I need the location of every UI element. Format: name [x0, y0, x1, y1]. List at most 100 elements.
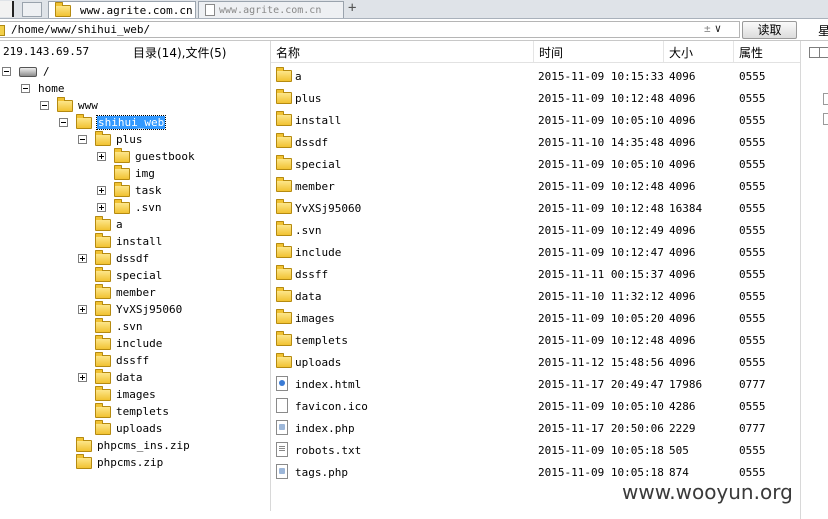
- expand-icon[interactable]: [78, 305, 87, 314]
- collapse-icon[interactable]: [21, 84, 30, 93]
- tree-node[interactable]: plus: [78, 130, 143, 148]
- column-header: 名称 时间 大小 属性: [271, 41, 800, 63]
- tree-node-label: a: [116, 218, 123, 231]
- collapse-icon[interactable]: [2, 67, 11, 76]
- file-row[interactable]: index.html 2015-11-17 20:49:47 17986 0777: [271, 373, 800, 395]
- tree-node[interactable]: www: [40, 96, 98, 114]
- file-attr: 0777: [739, 422, 766, 435]
- file-row[interactable]: images 2015-11-09 10:05:20 4096 0555: [271, 307, 800, 329]
- expand-icon[interactable]: [78, 373, 87, 382]
- folder-icon: [276, 221, 292, 236]
- plus-minus-icon[interactable]: ±: [704, 22, 711, 35]
- expand-icon[interactable]: [97, 203, 106, 212]
- file-size: 4096: [669, 92, 696, 105]
- blank-tab[interactable]: [22, 2, 42, 17]
- read-button[interactable]: 读取: [742, 21, 797, 39]
- expand-icon[interactable]: [97, 152, 106, 161]
- chevron-down-icon[interactable]: ∨: [715, 22, 722, 35]
- file-row[interactable]: .svn 2015-11-09 10:12:49 4096 0555: [271, 219, 800, 241]
- tree-node[interactable]: data: [78, 368, 143, 386]
- collapse-icon[interactable]: [59, 118, 68, 127]
- path-input[interactable]: /home/www/shihui_web/: [0, 21, 740, 38]
- tree-node[interactable]: include: [78, 334, 162, 352]
- tab-agrite-active[interactable]: www.agrite.com.cn: [48, 1, 196, 18]
- tree-node[interactable]: phpcms.zip: [59, 453, 163, 471]
- file-row[interactable]: index.php 2015-11-17 20:50:06 2229 0777: [271, 417, 800, 439]
- file-attr: 0555: [739, 180, 766, 193]
- tree-node[interactable]: dssdf: [78, 249, 149, 267]
- column-separator[interactable]: [663, 41, 664, 62]
- tree-node[interactable]: guestbook: [97, 147, 195, 165]
- panel-icon[interactable]: [819, 47, 828, 58]
- collapse-icon[interactable]: [40, 101, 49, 110]
- file-time: 2015-11-09 10:05:10: [538, 114, 664, 127]
- tree-node-label: .svn: [135, 201, 162, 214]
- file-row[interactable]: data 2015-11-10 11:32:12 4096 0555: [271, 285, 800, 307]
- file-row[interactable]: install 2015-11-09 10:05:10 4096 0555: [271, 109, 800, 131]
- path-controls[interactable]: ± ∨: [704, 22, 721, 35]
- file-icon-wrap: [276, 464, 288, 482]
- tree-node[interactable]: task: [97, 181, 162, 199]
- file-row[interactable]: robots.txt 2015-11-09 10:05:18 505 0555: [271, 439, 800, 461]
- folder-icon: [276, 287, 292, 302]
- tree-node[interactable]: images: [78, 385, 156, 403]
- panel-mark: [823, 113, 828, 125]
- tree-node-label: guestbook: [135, 150, 195, 163]
- file-attr: 0555: [739, 356, 766, 369]
- tree-node[interactable]: phpcms_ins.zip: [59, 436, 190, 454]
- folder-icon: [76, 453, 92, 469]
- file-name: index.php: [295, 422, 355, 435]
- tree-node[interactable]: img: [97, 164, 155, 182]
- tree-node[interactable]: home: [21, 80, 65, 97]
- tab-agrite-inactive[interactable]: www.agrite.com.cn: [198, 1, 344, 18]
- tree-node[interactable]: .svn: [97, 198, 162, 216]
- folder-icon: [57, 96, 73, 112]
- file-row[interactable]: dssdf 2015-11-10 14:35:48 4096 0555: [271, 131, 800, 153]
- tree-node[interactable]: shihui_web: [59, 113, 167, 131]
- file-time: 2015-11-09 10:15:33: [538, 70, 664, 83]
- file-name: a: [295, 70, 302, 83]
- folder-icon: [276, 331, 292, 346]
- file-row[interactable]: favicon.ico 2015-11-09 10:05:10 4286 0555: [271, 395, 800, 417]
- file-icon-wrap: [276, 353, 297, 371]
- column-name[interactable]: 名称: [276, 44, 300, 61]
- tree-node[interactable]: dssff: [78, 351, 149, 369]
- file-row[interactable]: include 2015-11-09 10:12:47 4096 0555: [271, 241, 800, 263]
- tree-node[interactable]: install: [78, 232, 162, 250]
- tree-node[interactable]: special: [78, 266, 162, 284]
- file-name: templets: [295, 334, 348, 347]
- file-row[interactable]: member 2015-11-09 10:12:48 4096 0555: [271, 175, 800, 197]
- file-row[interactable]: plus 2015-11-09 10:12:48 4096 0555: [271, 87, 800, 109]
- tree-node[interactable]: uploads: [78, 419, 162, 437]
- folder-icon: [276, 177, 292, 192]
- column-attr[interactable]: 属性: [739, 44, 763, 61]
- file-size: 4096: [669, 158, 696, 171]
- file-row[interactable]: special 2015-11-09 10:05:10 4096 0555: [271, 153, 800, 175]
- file-row[interactable]: templets 2015-11-09 10:12:48 4096 0555: [271, 329, 800, 351]
- tree-node[interactable]: a: [78, 215, 123, 233]
- column-time[interactable]: 时间: [539, 44, 563, 61]
- column-separator[interactable]: [733, 41, 734, 62]
- file-size: 4096: [669, 290, 696, 303]
- file-row[interactable]: dssff 2015-11-11 00:15:37 4096 0555: [271, 263, 800, 285]
- file-name: dssdf: [295, 136, 329, 149]
- tree-node[interactable]: /: [2, 63, 50, 80]
- column-separator[interactable]: [533, 41, 534, 62]
- tree-node[interactable]: .svn: [78, 317, 143, 335]
- file-row[interactable]: a 2015-11-09 10:15:33 4096 0555: [271, 65, 800, 87]
- tree-node[interactable]: YvXSj95060: [78, 300, 182, 318]
- file-name: install: [295, 114, 342, 127]
- file-time: 2015-11-17 20:49:47: [538, 378, 664, 391]
- expand-icon[interactable]: [78, 254, 87, 263]
- collapse-icon[interactable]: [78, 135, 87, 144]
- file-row[interactable]: YvXSj95060 2015-11-09 10:12:48 16384 0555: [271, 197, 800, 219]
- html-file-icon: [276, 376, 288, 391]
- expand-icon[interactable]: [97, 186, 106, 195]
- column-size[interactable]: 大小: [669, 44, 693, 61]
- tree-node[interactable]: member: [78, 283, 156, 301]
- file-icon: [276, 398, 288, 413]
- file-row[interactable]: uploads 2015-11-12 15:48:56 4096 0555: [271, 351, 800, 373]
- tree-node[interactable]: templets: [78, 402, 169, 420]
- tree-node-label: phpcms_ins.zip: [97, 439, 190, 452]
- add-tab-button[interactable]: +: [348, 0, 356, 16]
